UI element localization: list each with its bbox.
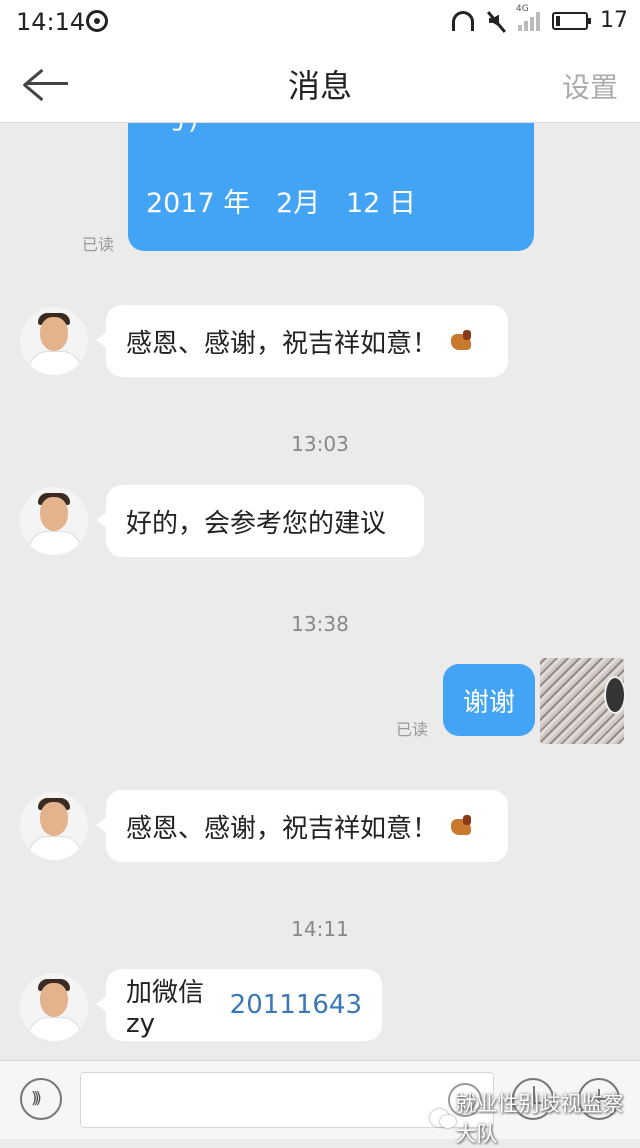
contact-avatar[interactable] (20, 487, 88, 555)
received-message[interactable]: 感恩、感谢，祝吉祥如意！ (96, 305, 508, 377)
card-date-text: 2017 年 2月 12 日 (146, 188, 416, 219)
horse-emoji-icon (448, 328, 474, 354)
headphone-icon (452, 10, 474, 31)
card-partial-text: 号) (160, 123, 199, 137)
received-message[interactable]: 加微信zy 20111643 (96, 969, 382, 1041)
settings-button[interactable]: 设置 (562, 66, 618, 106)
read-receipt: 已读 (82, 235, 115, 254)
timestamp: 14:11 (291, 917, 349, 941)
watermark: 就业性别歧视监察大队 (430, 1088, 640, 1148)
received-message[interactable]: 感恩、感谢，祝吉祥如意！ (96, 790, 508, 862)
status-icons: 4G 17 (452, 4, 628, 33)
page-title: 消息 (287, 67, 352, 105)
status-bar: 14:14 4G 17 (0, 0, 640, 44)
title-bar: 消息 设置 (0, 44, 640, 123)
watermark-text: 就业性别歧视监察大队 (455, 1092, 624, 1146)
signal-icon: 4G (516, 4, 540, 31)
sent-message[interactable]: 谢谢 (443, 664, 535, 736)
wechat-logo-icon (430, 1109, 457, 1128)
battery-icon (552, 11, 591, 30)
message-text: 感恩、感谢，祝吉祥如意！ (126, 328, 439, 359)
back-arrow-icon[interactable] (20, 58, 76, 108)
message-text: 感恩、感谢，祝吉祥如意！ (126, 813, 439, 844)
mute-icon (486, 11, 506, 31)
timestamp: 13:03 (291, 432, 349, 456)
battery-level: 17 (600, 8, 628, 33)
chat-area[interactable]: 号) 2017 年 2月 12 日 已读 感恩、感谢，祝吉祥如意！ 13:03 … (0, 123, 640, 1060)
wechat-id-link[interactable]: 20111643 (230, 990, 362, 1020)
sent-message-card[interactable]: 号) 2017 年 2月 12 日 (128, 123, 534, 251)
app-notification-icon (86, 10, 108, 32)
message-text: 谢谢 (462, 687, 515, 718)
voice-icon[interactable] (20, 1078, 62, 1120)
timestamp: 13:38 (291, 612, 349, 636)
network-label: 4G (516, 3, 529, 14)
horse-emoji-icon (448, 813, 474, 839)
read-receipt: 已读 (396, 720, 429, 739)
contact-avatar[interactable] (20, 792, 88, 860)
status-time: 14:14 (16, 8, 86, 36)
user-avatar[interactable] (540, 658, 626, 744)
message-text: 加微信zy (126, 977, 205, 1039)
received-message[interactable]: 好的，会参考您的建议 (96, 485, 424, 557)
message-text: 好的，会参考您的建议 (126, 508, 387, 539)
contact-avatar[interactable] (20, 973, 88, 1041)
contact-avatar[interactable] (20, 307, 88, 375)
